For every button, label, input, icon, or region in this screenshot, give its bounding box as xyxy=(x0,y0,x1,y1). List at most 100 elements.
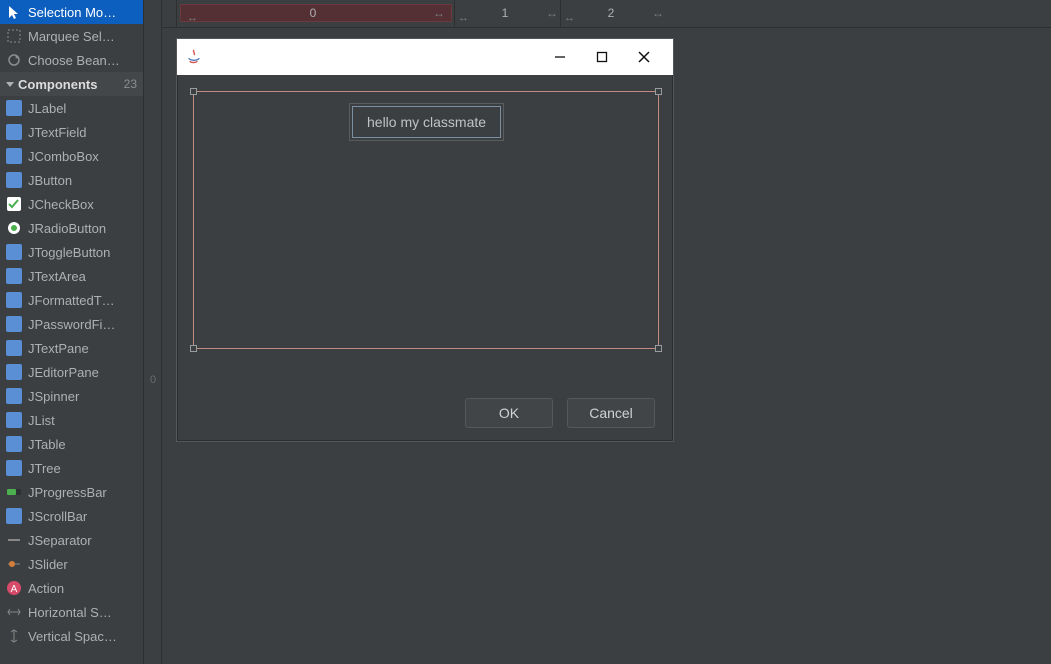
palette-item-jlabel[interactable]: JLabel xyxy=(0,96,143,120)
minimize-button[interactable] xyxy=(539,42,581,72)
tree-icon xyxy=(6,460,22,476)
selected-panel-outline[interactable]: hello my classmate xyxy=(193,91,659,349)
palette-item-label: JTextField xyxy=(28,125,87,140)
palette-item-horizontals[interactable]: Horizontal S… xyxy=(0,600,143,624)
ruler-col-number: 0 xyxy=(193,6,433,20)
palette-item-label: JList xyxy=(28,413,55,428)
sep-icon xyxy=(6,532,22,548)
components-count: 23 xyxy=(124,77,137,91)
pwd-icon xyxy=(6,316,22,332)
jlabel-component[interactable]: hello my classmate xyxy=(352,106,501,138)
resize-arrow-icon: ↔ xyxy=(433,6,445,20)
palette-item-label: JLabel xyxy=(28,101,66,116)
palette-item-jspinner[interactable]: JSpinner xyxy=(0,384,143,408)
palette-item-label: JTextPane xyxy=(28,341,89,356)
ruler-column-0[interactable]: 0↔ xyxy=(180,4,452,22)
act-icon: A xyxy=(6,580,22,596)
gutter-row-index: 0 xyxy=(148,374,158,386)
preview-dialog: hello my classmate OK Cancel xyxy=(176,38,674,442)
ruler-column-2[interactable]: 2↔ xyxy=(564,4,664,22)
txt-icon xyxy=(6,124,22,140)
resize-handle-br[interactable] xyxy=(655,345,662,352)
components-header-label: Components xyxy=(18,77,97,92)
tool-marquee[interactable]: Marquee Sel… xyxy=(0,24,143,48)
resize-handle-tr[interactable] xyxy=(655,88,662,95)
palette-item-jseparator[interactable]: JSeparator xyxy=(0,528,143,552)
tool-label: Selection Mo… xyxy=(28,5,116,20)
cancel-label: Cancel xyxy=(589,405,633,421)
prog-icon xyxy=(6,484,22,500)
dialog-titlebar[interactable] xyxy=(177,39,673,75)
palette-item-jbutton[interactable]: JButton xyxy=(0,168,143,192)
ruler-column-1[interactable]: 1↔ xyxy=(458,4,558,22)
ok-button[interactable]: OK xyxy=(465,398,553,428)
scr-icon xyxy=(6,508,22,524)
palette-item-action[interactable]: A Action xyxy=(0,576,143,600)
tool-bean[interactable]: Choose Bean… xyxy=(0,48,143,72)
cancel-button[interactable]: Cancel xyxy=(567,398,655,428)
palette-item-jtree[interactable]: JTree xyxy=(0,456,143,480)
tog-icon xyxy=(6,244,22,260)
maximize-button[interactable] xyxy=(581,42,623,72)
palette-item-jradiobutton[interactable]: JRadioButton xyxy=(0,216,143,240)
cbo-icon xyxy=(6,148,22,164)
rad-icon xyxy=(6,220,22,236)
ok-label: OK xyxy=(499,405,519,421)
close-button[interactable] xyxy=(623,42,665,72)
palette-item-label: JCheckBox xyxy=(28,197,94,212)
resize-handle-tl[interactable] xyxy=(190,88,197,95)
palette-item-label: JTextArea xyxy=(28,269,86,284)
jlabel-text: hello my classmate xyxy=(367,114,486,130)
palette-item-label: JSpinner xyxy=(28,389,79,404)
lst-icon xyxy=(6,412,22,428)
ok-icon xyxy=(6,172,22,188)
palette-item-jslider[interactable]: JSlider xyxy=(0,552,143,576)
palette-item-jpasswordfi[interactable]: JPasswordFi… xyxy=(0,312,143,336)
sld-icon xyxy=(6,556,22,572)
tbl-icon xyxy=(6,436,22,452)
palette-item-label: Action xyxy=(28,581,64,596)
cursor-icon xyxy=(6,4,22,20)
tool-label: Marquee Sel… xyxy=(28,29,115,44)
tool-label: Choose Bean… xyxy=(28,53,120,68)
java-icon xyxy=(185,48,203,66)
design-canvas[interactable]: hello my classmate OK Cancel xyxy=(162,28,1051,664)
palette-item-label: JPasswordFi… xyxy=(28,317,115,332)
palette-item-verticalspac[interactable]: Vertical Spac… xyxy=(0,624,143,648)
palette-item-jtogglebutton[interactable]: JToggleButton xyxy=(0,240,143,264)
palette-item-jlist[interactable]: JList xyxy=(0,408,143,432)
palette-item-jformattedt[interactable]: JFormattedT… xyxy=(0,288,143,312)
ta-icon xyxy=(6,268,22,284)
components-section-header[interactable]: Components 23 xyxy=(0,72,143,96)
palette-item-jeditorpane[interactable]: JEditorPane xyxy=(0,360,143,384)
chevron-down-icon xyxy=(6,82,14,87)
abc-icon xyxy=(6,100,22,116)
palette-item-jcheckbox[interactable]: JCheckBox xyxy=(0,192,143,216)
palette-item-label: JTree xyxy=(28,461,61,476)
palette-item-jtextfield[interactable]: JTextField xyxy=(0,120,143,144)
palette-item-jtable[interactable]: JTable xyxy=(0,432,143,456)
palette-item-jtextpane[interactable]: JTextPane xyxy=(0,336,143,360)
component-palette: Selection Mo… Marquee Sel… Choose Bean… Co… xyxy=(0,0,144,664)
tool-cursor[interactable]: Selection Mo… xyxy=(0,0,143,24)
palette-item-label: JScrollBar xyxy=(28,509,87,524)
palette-item-label: JRadioButton xyxy=(28,221,106,236)
vs-icon xyxy=(6,628,22,644)
tp-icon xyxy=(6,340,22,356)
palette-item-jscrollbar[interactable]: JScrollBar xyxy=(0,504,143,528)
palette-item-label: JSeparator xyxy=(28,533,92,548)
palette-item-label: JProgressBar xyxy=(28,485,107,500)
palette-item-label: JEditorPane xyxy=(28,365,99,380)
dialog-content-panel[interactable]: hello my classmate xyxy=(177,75,673,385)
resize-handle-bl[interactable] xyxy=(190,345,197,352)
palette-item-jcombobox[interactable]: JComboBox xyxy=(0,144,143,168)
palette-item-label: JFormattedT… xyxy=(28,293,115,308)
palette-item-label: Vertical Spac… xyxy=(28,629,117,644)
ruler-col-number: 1 xyxy=(464,6,546,20)
palette-item-label: JToggleButton xyxy=(28,245,110,260)
resize-arrow-icon: ↔ xyxy=(652,6,664,20)
palette-item-jtextarea[interactable]: JTextArea xyxy=(0,264,143,288)
column-ruler[interactable]: 0↔1↔2↔ xyxy=(162,0,1051,28)
palette-item-label: JSlider xyxy=(28,557,68,572)
palette-item-jprogressbar[interactable]: JProgressBar xyxy=(0,480,143,504)
